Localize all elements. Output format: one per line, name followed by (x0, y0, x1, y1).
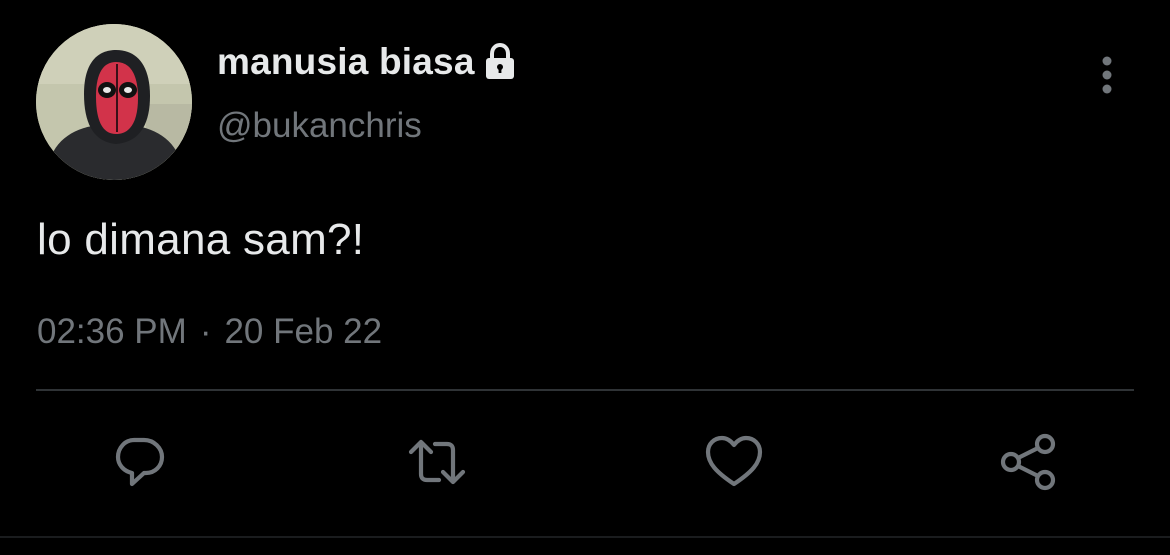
display-name[interactable]: manusia biasa (217, 41, 475, 83)
tweet-date: 20 Feb 22 (224, 312, 383, 351)
lock-icon (481, 42, 519, 82)
tweet-timestamp[interactable]: 02:36 PM · 20 Feb 22 (37, 312, 382, 352)
reply-icon (115, 437, 165, 487)
user-handle[interactable]: @bukanchris (217, 106, 422, 146)
tweet-card: manusia biasa @bukanchris lo dimana sam?… (0, 0, 1170, 555)
bottom-divider (0, 536, 1170, 538)
divider (36, 389, 1134, 391)
share-icon (1000, 433, 1056, 491)
share-button[interactable] (997, 430, 1061, 494)
meta-separator: · (199, 312, 212, 351)
tweet-text: lo dimana sam?! (37, 215, 365, 264)
display-name-row: manusia biasa (217, 40, 519, 84)
heart-icon (705, 435, 763, 487)
avatar-image (36, 24, 192, 180)
retweet-icon (408, 439, 466, 485)
avatar[interactable] (36, 24, 192, 180)
retweet-button[interactable] (405, 430, 469, 494)
like-button[interactable] (702, 430, 766, 494)
tweet-time: 02:36 PM (37, 312, 187, 351)
action-bar (0, 430, 1170, 494)
reply-button[interactable] (108, 430, 172, 494)
more-vertical-icon[interactable] (1090, 54, 1124, 98)
